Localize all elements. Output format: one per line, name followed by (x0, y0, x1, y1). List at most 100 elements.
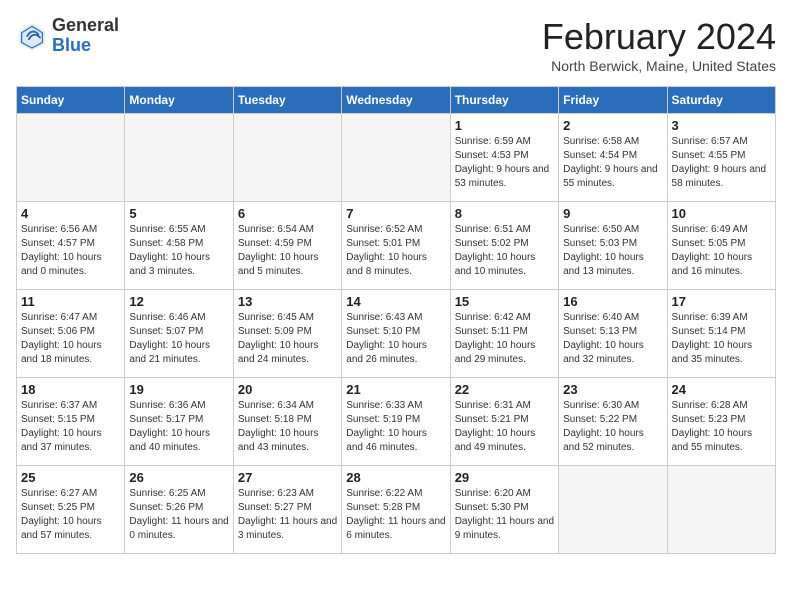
day-info: Sunrise: 6:56 AM Sunset: 4:57 PM Dayligh… (21, 223, 120, 279)
calendar-cell: 28 Sunrise: 6:22 AM Sunset: 5:28 PM Dayli… (342, 466, 450, 554)
day-info: Sunrise: 6:45 AM Sunset: 5:09 PM Dayligh… (238, 311, 337, 367)
day-info: Sunrise: 6:27 AM Sunset: 5:25 PM Dayligh… (21, 487, 120, 543)
page-header: General Blue February 2024 North Berwick… (16, 16, 776, 74)
calendar-cell: 23Sunrise: 6:30 AM Sunset: 5:22 PM Dayli… (559, 378, 667, 466)
week-row-2: 4 Sunrise: 6:56 AM Sunset: 4:57 PM Daylig… (17, 202, 776, 290)
day-number: 27 (238, 470, 337, 485)
day-number: 24 (672, 382, 771, 397)
day-number: 9 (563, 206, 662, 221)
calendar-table: SundayMondayTuesdayWednesdayThursdayFrid… (16, 86, 776, 554)
calendar-cell: 27 Sunrise: 6:23 AM Sunset: 5:27 PM Dayli… (233, 466, 341, 554)
day-info: Sunrise: 6:25 AM Sunset: 5:26 PM Dayligh… (129, 487, 228, 543)
day-number: 1 (455, 118, 554, 133)
day-info: Sunrise: 6:52 AM Sunset: 5:01 PM Dayligh… (346, 223, 445, 279)
day-number: 28 (346, 470, 445, 485)
calendar-subtitle: North Berwick, Maine, United States (542, 58, 776, 74)
day-number: 25 (21, 470, 120, 485)
day-info: Sunrise: 6:55 AM Sunset: 4:58 PM Dayligh… (129, 223, 228, 279)
weekday-header-wednesday: Wednesday (342, 87, 450, 114)
calendar-cell: 24 Sunrise: 6:28 AM Sunset: 5:23 PM Dayli… (667, 378, 775, 466)
logo-blue: Blue (52, 35, 91, 55)
calendar-cell: 12 Sunrise: 6:46 AM Sunset: 5:07 PM Dayli… (125, 290, 233, 378)
day-info: Sunrise: 6:58 AM Sunset: 4:54 PM Dayligh… (563, 135, 662, 191)
calendar-cell: 14Sunrise: 6:43 AM Sunset: 5:10 PM Dayli… (342, 290, 450, 378)
day-number: 16 (563, 294, 662, 309)
calendar-cell: 3 Sunrise: 6:57 AM Sunset: 4:55 PM Daylig… (667, 114, 775, 202)
calendar-cell: 25 Sunrise: 6:27 AM Sunset: 5:25 PM Dayli… (17, 466, 125, 554)
day-info: Sunrise: 6:50 AM Sunset: 5:03 PM Dayligh… (563, 223, 662, 279)
day-number: 18 (21, 382, 120, 397)
day-number: 8 (455, 206, 554, 221)
calendar-cell: 22 Sunrise: 6:31 AM Sunset: 5:21 PM Dayli… (450, 378, 558, 466)
day-number: 5 (129, 206, 228, 221)
day-info: Sunrise: 6:49 AM Sunset: 5:05 PM Dayligh… (672, 223, 771, 279)
calendar-cell: 13 Sunrise: 6:45 AM Sunset: 5:09 PM Dayli… (233, 290, 341, 378)
day-number: 17 (672, 294, 771, 309)
day-info: Sunrise: 6:22 AM Sunset: 5:28 PM Dayligh… (346, 487, 445, 543)
day-info: Sunrise: 6:33 AM Sunset: 5:19 PM Dayligh… (346, 399, 445, 455)
day-number: 29 (455, 470, 554, 485)
weekday-header-sunday: Sunday (17, 87, 125, 114)
day-info: Sunrise: 6:23 AM Sunset: 5:27 PM Dayligh… (238, 487, 337, 543)
day-number: 12 (129, 294, 228, 309)
calendar-cell: 20Sunrise: 6:34 AM Sunset: 5:18 PM Dayli… (233, 378, 341, 466)
day-number: 21 (346, 382, 445, 397)
day-number: 13 (238, 294, 337, 309)
day-info: Sunrise: 6:36 AM Sunset: 5:17 PM Dayligh… (129, 399, 228, 455)
day-info: Sunrise: 6:40 AM Sunset: 5:13 PM Dayligh… (563, 311, 662, 367)
logo-general: General (52, 15, 119, 35)
day-info: Sunrise: 6:34 AM Sunset: 5:18 PM Dayligh… (238, 399, 337, 455)
calendar-cell: 10 Sunrise: 6:49 AM Sunset: 5:05 PM Dayli… (667, 202, 775, 290)
calendar-cell: 21 Sunrise: 6:33 AM Sunset: 5:19 PM Dayli… (342, 378, 450, 466)
weekday-header-friday: Friday (559, 87, 667, 114)
logo-icon (16, 20, 48, 52)
logo-text: General Blue (52, 16, 119, 56)
day-info: Sunrise: 6:20 AM Sunset: 5:30 PM Dayligh… (455, 487, 554, 543)
calendar-cell (233, 114, 341, 202)
calendar-cell: 18 Sunrise: 6:37 AM Sunset: 5:15 PM Dayli… (17, 378, 125, 466)
calendar-cell: 8Sunrise: 6:51 AM Sunset: 5:02 PM Daylig… (450, 202, 558, 290)
day-number: 4 (21, 206, 120, 221)
day-info: Sunrise: 6:43 AM Sunset: 5:10 PM Dayligh… (346, 311, 445, 367)
weekday-header-row: SundayMondayTuesdayWednesdayThursdayFrid… (17, 87, 776, 114)
title-block: February 2024 North Berwick, Maine, Unit… (542, 16, 776, 74)
day-number: 19 (129, 382, 228, 397)
calendar-cell: 9 Sunrise: 6:50 AM Sunset: 5:03 PM Daylig… (559, 202, 667, 290)
calendar-cell: 15 Sunrise: 6:42 AM Sunset: 5:11 PM Dayli… (450, 290, 558, 378)
day-number: 15 (455, 294, 554, 309)
calendar-cell (667, 466, 775, 554)
calendar-cell: 16 Sunrise: 6:40 AM Sunset: 5:13 PM Dayli… (559, 290, 667, 378)
day-info: Sunrise: 6:39 AM Sunset: 5:14 PM Dayligh… (672, 311, 771, 367)
week-row-3: 11Sunrise: 6:47 AM Sunset: 5:06 PM Dayli… (17, 290, 776, 378)
day-info: Sunrise: 6:54 AM Sunset: 4:59 PM Dayligh… (238, 223, 337, 279)
day-info: Sunrise: 6:31 AM Sunset: 5:21 PM Dayligh… (455, 399, 554, 455)
calendar-cell: 1 Sunrise: 6:59 AM Sunset: 4:53 PM Daylig… (450, 114, 558, 202)
day-info: Sunrise: 6:37 AM Sunset: 5:15 PM Dayligh… (21, 399, 120, 455)
day-info: Sunrise: 6:59 AM Sunset: 4:53 PM Dayligh… (455, 135, 554, 191)
day-number: 3 (672, 118, 771, 133)
week-row-4: 18 Sunrise: 6:37 AM Sunset: 5:15 PM Dayli… (17, 378, 776, 466)
day-info: Sunrise: 6:28 AM Sunset: 5:23 PM Dayligh… (672, 399, 771, 455)
day-info: Sunrise: 6:30 AM Sunset: 5:22 PM Dayligh… (563, 399, 662, 455)
week-row-5: 25 Sunrise: 6:27 AM Sunset: 5:25 PM Dayli… (17, 466, 776, 554)
calendar-cell (559, 466, 667, 554)
day-number: 26 (129, 470, 228, 485)
day-number: 11 (21, 294, 120, 309)
calendar-cell: 19 Sunrise: 6:36 AM Sunset: 5:17 PM Dayli… (125, 378, 233, 466)
calendar-cell (125, 114, 233, 202)
calendar-cell: 7 Sunrise: 6:52 AM Sunset: 5:01 PM Daylig… (342, 202, 450, 290)
calendar-cell: 29 Sunrise: 6:20 AM Sunset: 5:30 PM Dayli… (450, 466, 558, 554)
calendar-cell: 17 Sunrise: 6:39 AM Sunset: 5:14 PM Dayli… (667, 290, 775, 378)
logo: General Blue (16, 16, 119, 56)
day-number: 22 (455, 382, 554, 397)
day-number: 7 (346, 206, 445, 221)
calendar-cell: 11Sunrise: 6:47 AM Sunset: 5:06 PM Dayli… (17, 290, 125, 378)
calendar-cell: 6Sunrise: 6:54 AM Sunset: 4:59 PM Daylig… (233, 202, 341, 290)
calendar-cell: 26 Sunrise: 6:25 AM Sunset: 5:26 PM Dayli… (125, 466, 233, 554)
day-number: 10 (672, 206, 771, 221)
day-info: Sunrise: 6:46 AM Sunset: 5:07 PM Dayligh… (129, 311, 228, 367)
calendar-cell: 4 Sunrise: 6:56 AM Sunset: 4:57 PM Daylig… (17, 202, 125, 290)
day-info: Sunrise: 6:57 AM Sunset: 4:55 PM Dayligh… (672, 135, 771, 191)
day-info: Sunrise: 6:42 AM Sunset: 5:11 PM Dayligh… (455, 311, 554, 367)
calendar-cell (17, 114, 125, 202)
